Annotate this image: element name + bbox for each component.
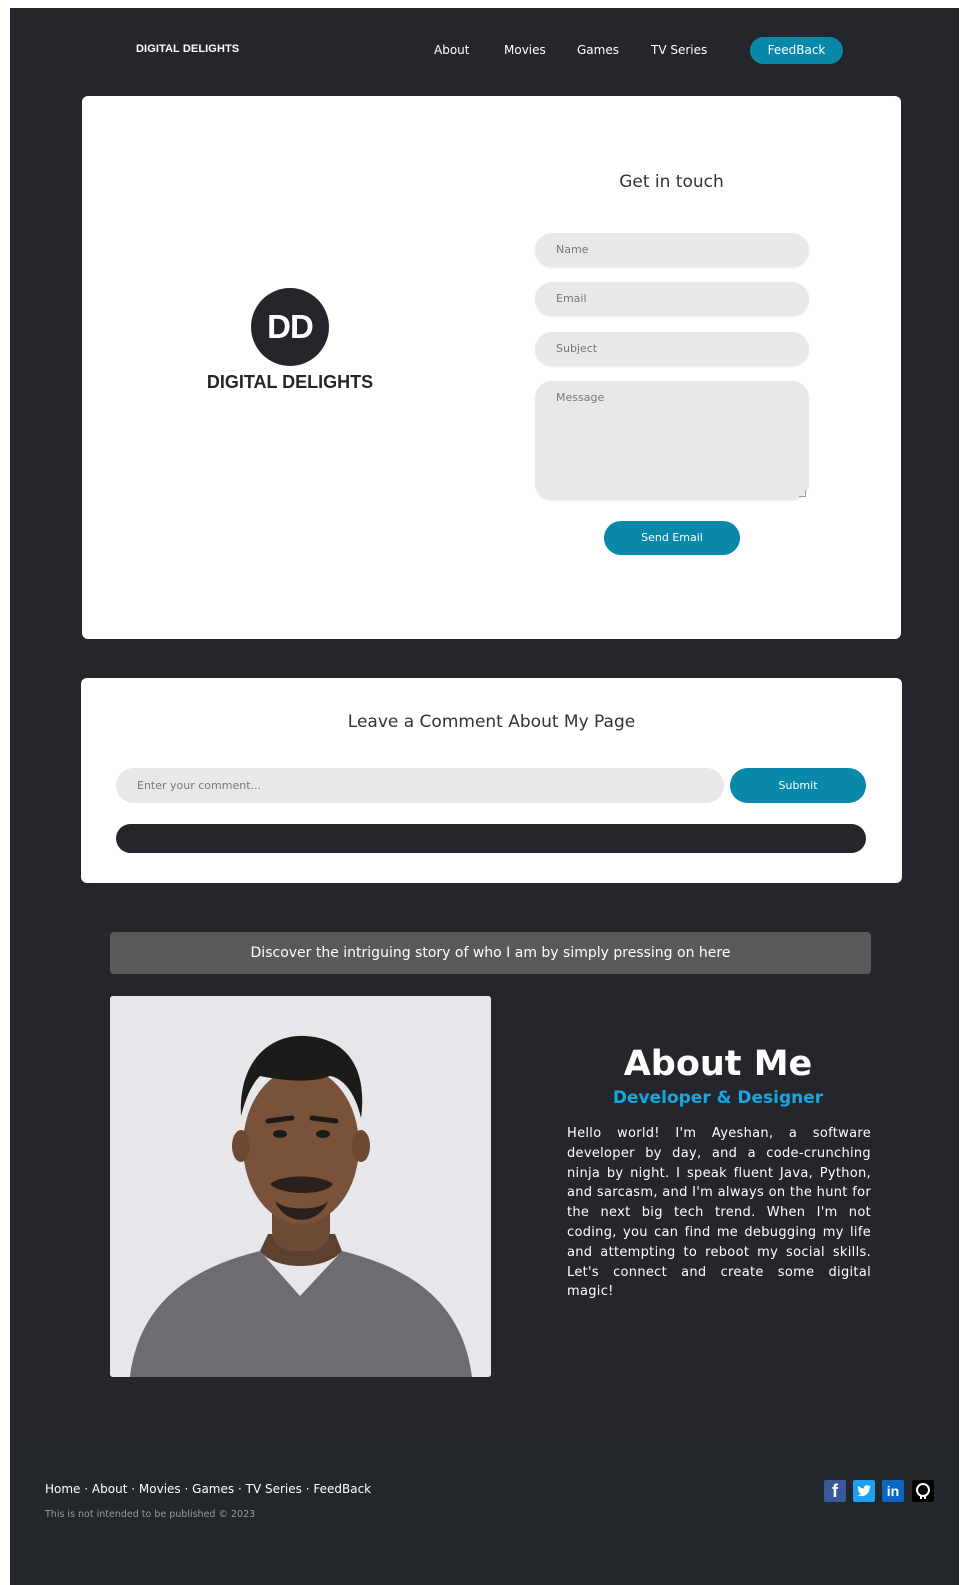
footer-link-movies[interactable]: Movies [139,1482,181,1496]
copyright-note: This is not intended to be published © 2… [45,1509,256,1520]
name-field[interactable]: Name [535,233,809,267]
feedback-button[interactable]: FeedBack [750,37,843,64]
profile-photo [110,996,491,1377]
footer: Home · About · Movies · Games · TV Serie… [10,1443,959,1585]
linkedin-icon[interactable]: in [882,1480,904,1502]
nav-games[interactable]: Games [577,43,619,57]
comment-title: Leave a Comment About My Page [347,712,636,732]
footer-link-games[interactable]: Games [192,1482,234,1496]
footer-link-home[interactable]: Home [45,1482,80,1496]
resize-handle-icon[interactable] [799,490,806,497]
about-subtitle: Developer & Designer [612,1088,824,1108]
discover-story-button[interactable]: Discover the intriguing story of who I a… [110,932,871,974]
footer-separator: · [305,1482,310,1496]
submit-comment-button[interactable]: Submit [730,768,866,803]
profile-photo-illustration [110,996,491,1377]
nav-about[interactable]: About [434,43,469,57]
subject-field[interactable]: Subject [535,332,809,366]
footer-link-feedback[interactable]: FeedBack [313,1482,371,1496]
footer-separator: · [84,1482,89,1496]
about-title: About Me [623,1044,813,1084]
nav-movies[interactable]: Movies [504,43,546,57]
comment-list [116,824,866,853]
email-field[interactable]: Email [535,282,809,316]
footer-separator: · [184,1482,189,1496]
footer-separator: · [131,1482,136,1496]
comment-card: Leave a Comment About My Page Enter your… [81,678,902,883]
send-email-button[interactable]: Send Email [604,521,740,555]
page: DIGITAL DELIGHTS About Movies Games TV S… [10,8,959,1585]
top-nav: About Movies Games TV Series FeedBack [10,37,959,65]
comment-input[interactable]: Enter your comment... [116,768,724,803]
footer-link-about[interactable]: About [92,1482,127,1496]
about-bio: Hello world! I'm Ayeshan, a software dev… [567,1126,871,1300]
facebook-icon[interactable]: f [824,1480,846,1502]
nav-tv-series[interactable]: TV Series [651,43,707,57]
footer-link-tv-series[interactable]: TV Series [246,1482,302,1496]
github-icon[interactable] [912,1480,934,1502]
contact-card: DD DIGITAL DELIGHTS Get in touch Name Em… [82,96,901,639]
twitter-icon[interactable] [853,1480,875,1502]
logo-wordmark: DIGITAL DELIGHTS [206,372,374,392]
contact-title: Get in touch [619,172,724,192]
footer-separator: · [237,1482,242,1496]
message-placeholder: Message [556,391,605,404]
footer-nav: Home · About · Movies · Games · TV Serie… [45,1482,371,1496]
dd-logo-badge: DD [251,288,329,366]
message-field[interactable]: Message [535,381,809,500]
